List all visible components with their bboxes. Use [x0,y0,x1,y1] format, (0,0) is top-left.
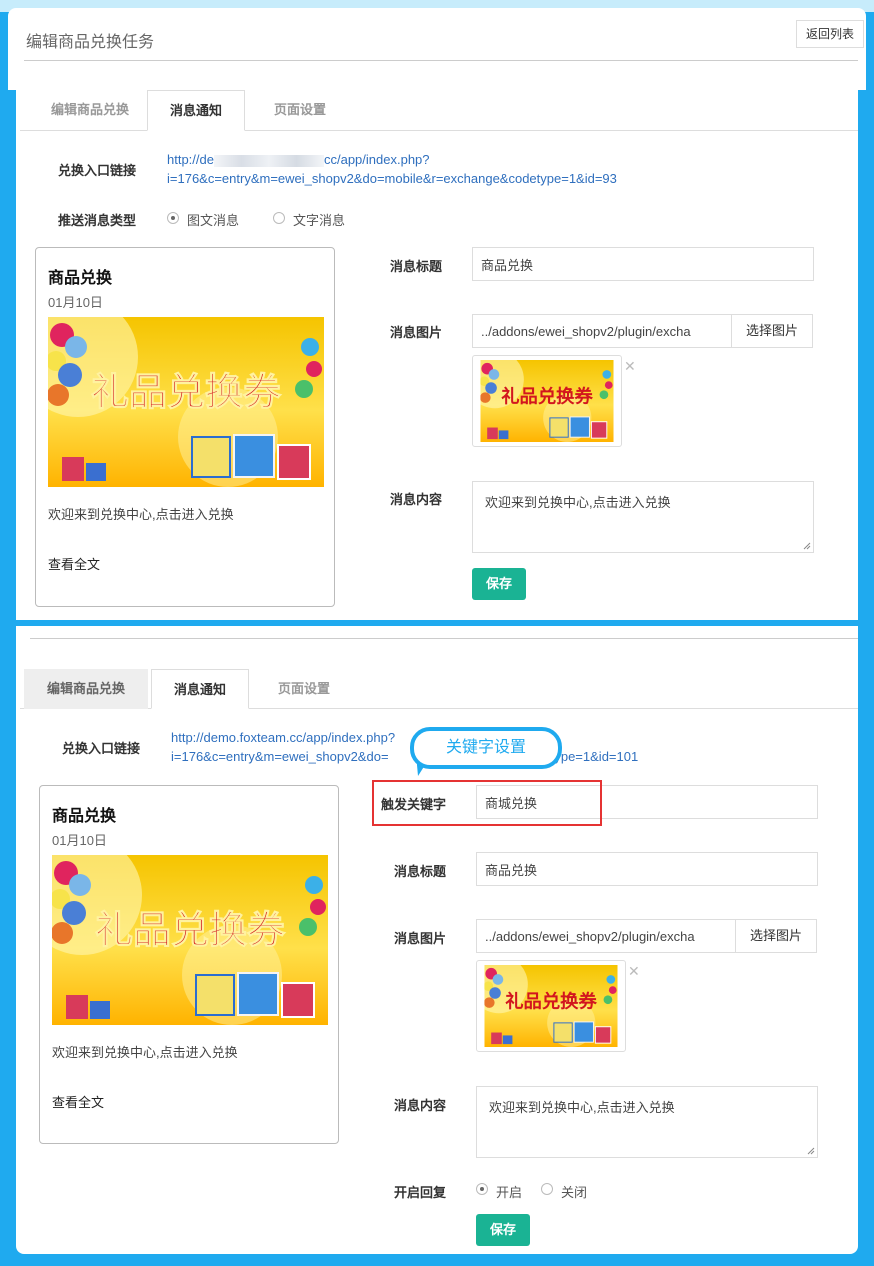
section-after: 编辑商品兑换 消息通知 页面设置 兑换入口链接 http://demo.foxt… [16,626,858,1254]
preview-title-2: 商品兑换 [52,808,117,825]
msg-image-label: 消息图片 [390,325,443,340]
msg-image-path-input-2[interactable]: ../addons/ewei_shopv2/plugin/excha [476,919,736,953]
choose-image-button[interactable]: 选择图片 [731,314,813,348]
tab-message-notification-2[interactable]: 消息通知 [151,669,249,709]
entry-link-2-start: http://demo.foxteam.cc/app/index.php [171,730,388,745]
voucher-text-2: 礼品兑换券 [95,907,286,952]
thumb-voucher-text-2: 礼品兑换券 [505,990,597,1012]
msg-content-text-2: 欢迎来到兑换中心,点击进入兑换 [489,1100,675,1115]
message-preview-card-2: 商品兑换 01月10日 礼品兑换券 欢迎来到兑换中心,点击进入兑换 查看全文 [39,785,339,1144]
radio-image-text[interactable] [167,212,179,224]
radio-reply-on[interactable] [476,1183,488,1195]
header-divider [24,60,858,61]
msg-content-label: 消息内容 [390,492,443,507]
tab-message-notification[interactable]: 消息通知 [147,90,245,131]
msg-title-label-2: 消息标题 [394,864,447,879]
tab-page-settings-2[interactable]: 页面设置 [256,669,352,709]
preview-date-2: 01月10日 [52,833,107,848]
radio-text-label: 文字消息 [293,213,346,228]
tab-page-settings[interactable]: 页面设置 [252,90,348,130]
save-button[interactable]: 保存 [472,568,526,600]
preview-image: 礼品兑换券 [48,317,324,487]
top-divider [30,638,858,639]
read-more-link[interactable]: 查看全文 [48,554,100,573]
msg-content-textarea-2[interactable]: 欢迎来到兑换中心,点击进入兑换 [476,1086,818,1158]
read-more-link-2[interactable]: 查看全文 [52,1092,104,1111]
entry-link-label-2: 兑换入口链接 [62,741,141,756]
preview-date: 01月10日 [48,295,103,310]
radio-reply-on-label: 开启 [496,1185,523,1200]
entry-link-label: 兑换入口链接 [58,163,137,178]
resize-handle-icon-2[interactable] [807,1147,815,1155]
tab-edit-exchange[interactable]: 编辑商品兑换 [30,90,150,130]
section-before: 编辑商品兑换 消息通知 页面设置 兑换入口链接 http://de cc/app/… [16,90,858,620]
page-header: 编辑商品兑换任务 返回列表 [8,8,866,90]
radio-reply-off[interactable] [541,1183,553,1195]
thumb-voucher-text: 礼品兑换券 [501,385,593,407]
tabs-baseline [20,130,858,131]
msg-content-text: 欢迎来到兑换中心,点击进入兑换 [485,495,671,510]
entry-link-start: http://de [167,152,214,167]
preview-title: 商品兑换 [48,270,113,287]
remove-image-icon[interactable]: ✕ [624,358,636,375]
radio-reply-off-label: 关闭 [561,1185,588,1200]
reply-label: 开启回复 [394,1185,447,1200]
preview-desc-2: 欢迎来到兑换中心,点击进入兑换 [52,1045,238,1060]
redacted-blur [213,154,324,167]
msg-title-input-2[interactable]: 商品兑换 [476,852,818,886]
image-thumbnail-2: 礼品兑换券 [476,960,626,1052]
radio-text[interactable] [273,212,285,224]
image-thumbnail: 礼品兑换券 [472,355,622,447]
tab-edit-exchange-2[interactable]: 编辑商品兑换 [24,669,148,709]
remove-image-icon-2[interactable]: ✕ [628,963,640,980]
message-preview-card: 商品兑换 01月10日 礼品兑换券 欢迎来到兑换中心,点击进入兑换 查看全文 [35,247,335,607]
msg-content-textarea[interactable]: 欢迎来到兑换中心,点击进入兑换 [472,481,814,553]
entry-link[interactable]: http://de cc/app/index.php? i=176&c=entry… [167,150,617,188]
entry-link-2-query: i=176&c=entry&m=ewei_shopv2&do= [171,749,389,764]
msg-content-label-2: 消息内容 [394,1098,447,1113]
radio-image-text-label: 图文消息 [187,213,240,228]
choose-image-button-2[interactable]: 选择图片 [735,919,817,953]
keyword-settings-callout: 关键字设置 [410,727,562,769]
msg-image-label-2: 消息图片 [394,931,447,946]
resize-handle-icon[interactable] [803,542,811,550]
save-button-2[interactable]: 保存 [476,1214,530,1246]
entry-link-query: i=176&c=entry&m=ewei_shopv2&do=mobile&r=… [167,171,617,186]
msg-title-input[interactable]: 商品兑换 [472,247,814,281]
entry-link-end: cc/app/index.php? [323,152,430,167]
push-type-label: 推送消息类型 [58,213,137,228]
keyword-label: 触发关键字 [381,797,447,812]
voucher-text: 礼品兑换券 [91,369,282,414]
back-to-list-button[interactable]: 返回列表 [796,20,864,48]
preview-desc: 欢迎来到兑换中心,点击进入兑换 [48,507,234,522]
entry-link-2-qmark: ? [387,730,396,745]
entry-link-2[interactable]: http://demo.foxteam.cc/app/index.php? i=… [171,728,638,766]
preview-image-2: 礼品兑换券 [52,855,328,1025]
msg-image-path-input[interactable]: ../addons/ewei_shopv2/plugin/excha [472,314,732,348]
msg-title-label: 消息标题 [390,259,443,274]
page-title: 编辑商品兑换任务 [26,34,155,51]
